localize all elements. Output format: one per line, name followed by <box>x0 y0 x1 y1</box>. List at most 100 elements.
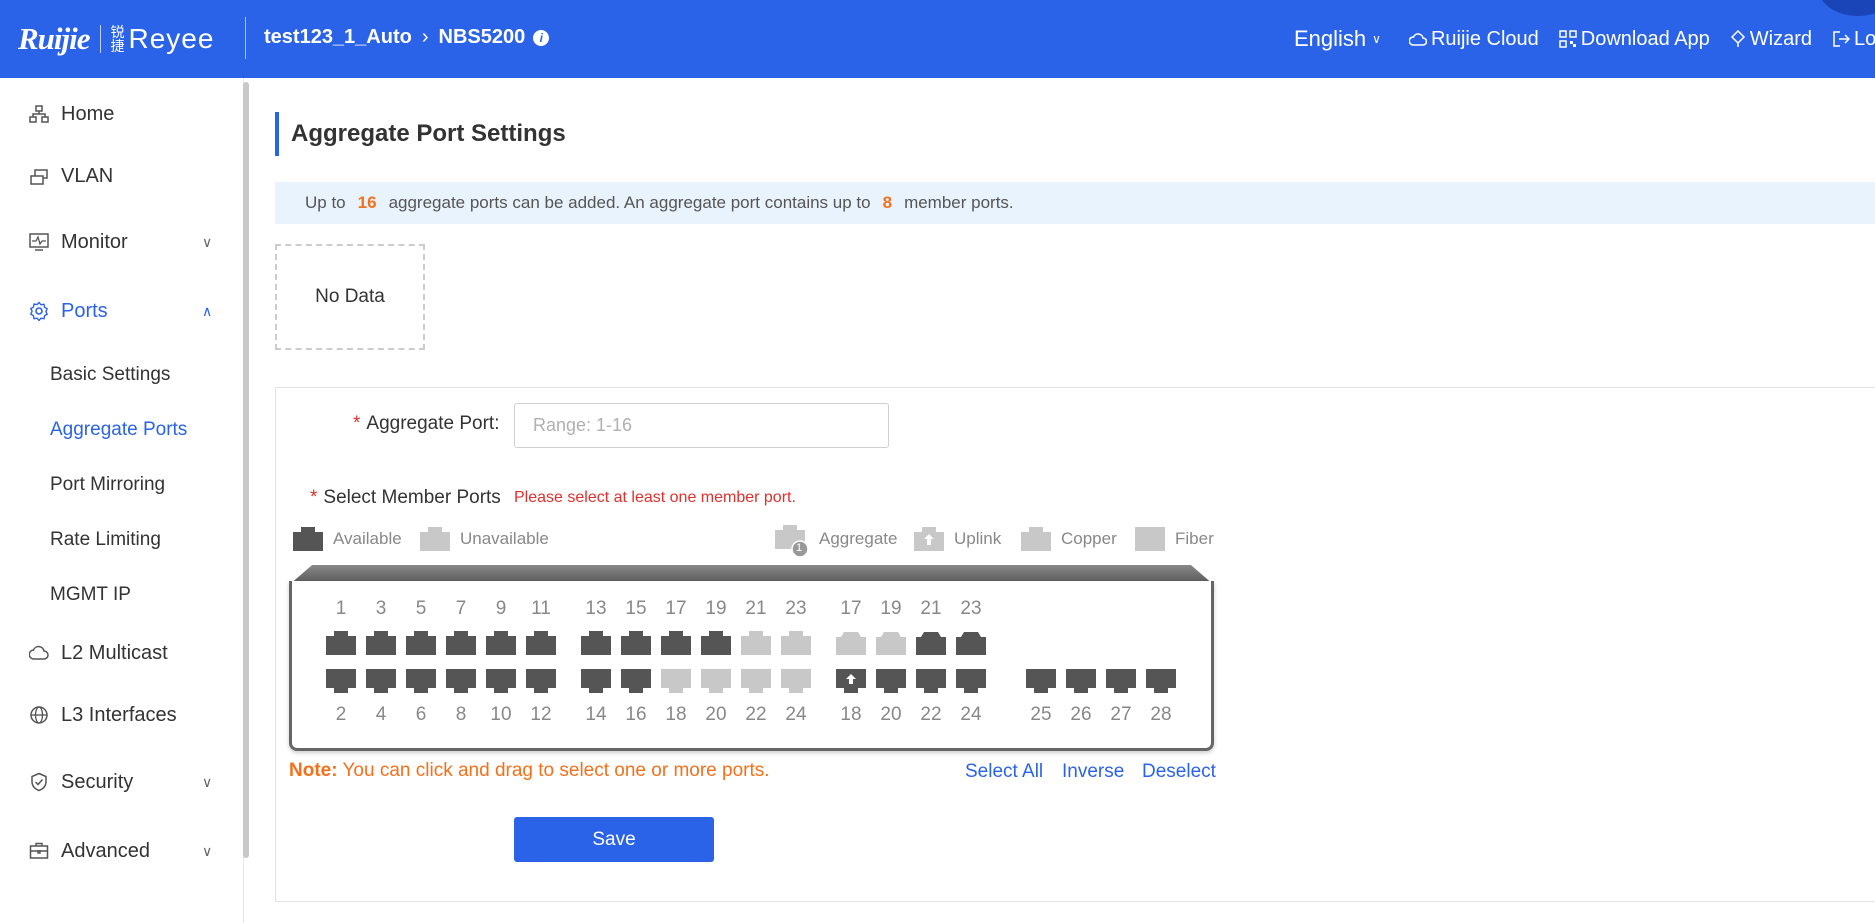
deselect-link[interactable]: Deselect <box>1142 761 1216 783</box>
port-number-8: 8 <box>455 704 467 725</box>
select-all-link[interactable]: Select All <box>965 761 1043 783</box>
port-17-available[interactable] <box>661 631 691 655</box>
download-app-link[interactable]: Download App <box>1559 28 1710 51</box>
port-4-available[interactable] <box>366 669 396 693</box>
port-9-available[interactable] <box>486 631 516 655</box>
sidebar-item-monitor[interactable]: Monitor ∨ <box>0 222 240 262</box>
banner-middle: aggregate ports can be added. An aggrega… <box>388 193 871 212</box>
breadcrumb-device[interactable]: test123_1_Auto <box>264 26 412 49</box>
logout-label: Log <box>1854 27 1875 50</box>
sidebar-item-label: Monitor <box>61 230 128 253</box>
port-25-available[interactable] <box>1026 669 1056 693</box>
banner-suffix: member ports. <box>904 193 1014 212</box>
port-7-available[interactable] <box>446 631 476 655</box>
aggregate-badge: 1 <box>796 542 803 554</box>
sidebar-item-l2-multicast[interactable]: L2 Multicast <box>0 633 240 673</box>
logout-link[interactable]: Log <box>1832 28 1875 51</box>
breadcrumb: test123_1_Auto › NBS5200 i <box>264 26 550 49</box>
sidebar-sub-mgmt-ip[interactable]: MGMT IP <box>50 584 131 606</box>
port-20-unavailable[interactable] <box>701 669 731 693</box>
port-13-available[interactable] <box>581 631 611 655</box>
port-number-17: 17 <box>665 598 687 619</box>
port-17-unavailable[interactable] <box>836 631 866 655</box>
aggregate-port-input[interactable] <box>514 403 889 448</box>
member-ports-label: * Select Member Ports <box>310 487 501 508</box>
port-18-uplink[interactable] <box>836 669 866 693</box>
switch-panel: 1 3 5 7 9 11 13 15 17 19 21 23 2 4 6 8 10 12 14 16 18 20 22 24 1… <box>289 565 1214 751</box>
port-3-available[interactable] <box>366 631 396 655</box>
ruijie-cloud-label: Ruijie Cloud <box>1430 27 1539 50</box>
no-data-text: No Data <box>315 286 385 307</box>
info-icon[interactable]: i <box>533 29 550 46</box>
port-number-19: 19 <box>705 598 727 619</box>
cloud-icon <box>1408 32 1427 46</box>
legend-aggregate: 1 Aggregate <box>775 525 897 558</box>
sidebar-item-label: Home <box>61 102 115 125</box>
port-12-available[interactable] <box>526 669 556 693</box>
port-28-available[interactable] <box>1146 669 1176 693</box>
sidebar-sub-basic-settings[interactable]: Basic Settings <box>50 364 170 386</box>
ruijie-cloud-link[interactable]: Ruijie Cloud <box>1408 27 1539 51</box>
chevron-up-icon: ∧ <box>202 302 213 319</box>
port-26-available[interactable] <box>1066 669 1096 693</box>
top-bar: Ruijie 锐捷 Reyee test123_1_Auto › NBS5200… <box>0 0 1875 78</box>
port-1-available[interactable] <box>326 631 356 655</box>
sidebar-item-advanced[interactable]: Advanced ∨ <box>0 831 240 871</box>
save-button[interactable]: Save <box>514 817 714 862</box>
port-16-available[interactable] <box>621 669 651 693</box>
sidebar-scrollbar[interactable] <box>243 82 249 858</box>
port-23-available[interactable] <box>956 631 986 655</box>
avatar[interactable] <box>1818 0 1875 16</box>
port-number-6: 6 <box>415 704 427 725</box>
required-mark: * <box>353 413 361 434</box>
port-number-28: 28 <box>1150 704 1172 725</box>
port-10-available[interactable] <box>486 669 516 693</box>
shield-icon <box>28 771 50 793</box>
port-11-available[interactable] <box>526 631 556 655</box>
port-20-available[interactable] <box>876 669 906 693</box>
port-24-available[interactable] <box>956 669 986 693</box>
port-number-10: 10 <box>490 704 512 725</box>
port-15-available[interactable] <box>621 631 651 655</box>
wizard-link[interactable]: Wizard <box>1730 28 1812 51</box>
sidebar-item-security[interactable]: Security ∨ <box>0 762 240 802</box>
port-27-available[interactable] <box>1106 669 1136 693</box>
port-19-available[interactable] <box>701 631 731 655</box>
port-number-20: 20 <box>880 704 902 725</box>
legend-copper-label: Copper <box>1061 529 1117 548</box>
port-23-unavailable[interactable] <box>781 631 811 655</box>
sidebar-sub-rate-limiting[interactable]: Rate Limiting <box>50 529 161 551</box>
port-22-available[interactable] <box>916 669 946 693</box>
sidebar-sub-aggregate-ports[interactable]: Aggregate Ports <box>50 419 187 441</box>
port-22-unavailable[interactable] <box>741 669 771 693</box>
port-8-available[interactable] <box>446 669 476 693</box>
sidebar-item-vlan[interactable]: VLAN <box>0 156 240 196</box>
sidebar-item-l3-interfaces[interactable]: L3 Interfaces <box>0 695 240 735</box>
port-18-unavailable[interactable] <box>661 669 691 693</box>
port-5-available[interactable] <box>406 631 436 655</box>
legend-available-label: Available <box>333 529 402 548</box>
aggregate-port-label: * Aggregate Port: <box>353 413 500 434</box>
port-number-12: 12 <box>530 704 552 725</box>
sidebar-item-ports[interactable]: Ports ∧ <box>0 291 240 331</box>
port-19-unavailable[interactable] <box>876 631 906 655</box>
port-24-unavailable[interactable] <box>781 669 811 693</box>
language-label: English <box>1294 26 1367 51</box>
port-number-17: 17 <box>840 598 862 619</box>
language-select[interactable]: English ∨ <box>1294 26 1381 52</box>
legend-uplink-label: Uplink <box>954 529 1002 548</box>
port-6-available[interactable] <box>406 669 436 693</box>
banner-max-aggregate: 16 <box>357 193 377 212</box>
port-number-18: 18 <box>840 704 862 725</box>
sidebar-item-label: Ports <box>61 299 108 322</box>
sidebar-item-home[interactable]: Home <box>0 94 240 134</box>
toolbox-icon <box>28 840 50 862</box>
sidebar-sub-port-mirroring[interactable]: Port Mirroring <box>50 474 165 496</box>
inverse-link[interactable]: Inverse <box>1062 761 1124 783</box>
port-21-unavailable[interactable] <box>741 631 771 655</box>
port-2-available[interactable] <box>326 669 356 693</box>
note-label: Note: <box>289 760 338 781</box>
port-14-available[interactable] <box>581 669 611 693</box>
port-21-available[interactable] <box>916 631 946 655</box>
legend-fiber-label: Fiber <box>1175 529 1214 548</box>
